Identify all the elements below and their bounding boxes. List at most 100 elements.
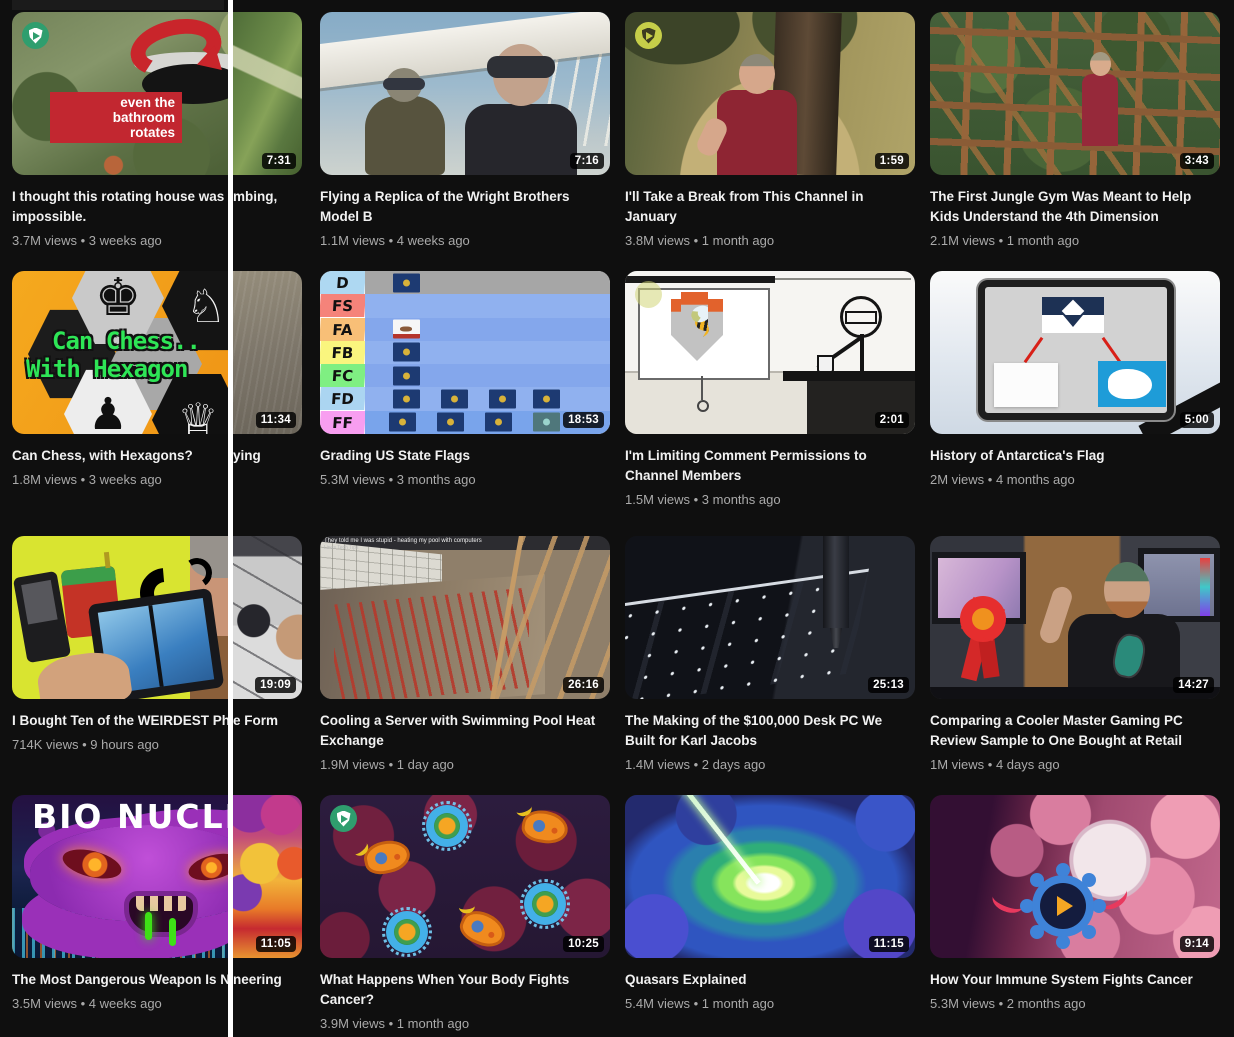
video-title[interactable]: I'm Limiting Comment Permissions to Chan… [625, 446, 915, 486]
video-title[interactable]: Comparing a Cooler Master Gaming PC Revi… [930, 711, 1220, 751]
clipped-title-fragment[interactable]: ying [233, 446, 308, 466]
video-thumbnail[interactable]: D FS FA FB FC [320, 271, 610, 434]
video-card[interactable]: I Bought Ten of the WEIRDEST Phon 714K v… [12, 536, 228, 754]
video-card[interactable]: 3:43 The First Jungle Gym Was Meant to H… [930, 12, 1220, 250]
video-card[interactable]: 1:59 I'll Take a Break from This Channel… [625, 12, 915, 250]
tier-label: FC [320, 364, 366, 387]
video-thumbnail[interactable]: ♚ ♘ ♟ ♕ Can Chess.. With Hexagon [12, 271, 228, 434]
video-meta: 3.7M views • 3 weeks ago [12, 232, 228, 250]
white-flag-graphic [994, 363, 1058, 407]
clipped-thumbnail[interactable]: 7:31 [233, 12, 302, 175]
clipped-video-card[interactable]: 19:09 [233, 536, 302, 699]
video-title[interactable]: The Most Dangerous Weapon Is Not [12, 970, 228, 990]
video-title[interactable]: History of Antarctica's Flag [930, 446, 1220, 466]
tier-list-graphic: D FS FA FB FC [320, 271, 610, 434]
video-thumbnail[interactable] [12, 536, 228, 699]
video-card[interactable]: ♚ ♘ ♟ ♕ Can Chess.. With Hexagon Can Che… [12, 271, 228, 489]
duration-badge: 18:53 [563, 412, 604, 428]
video-title[interactable]: Quasars Explained [625, 970, 915, 990]
video-thumbnail[interactable]: 9:14 [930, 795, 1220, 958]
state-flag-graphic [485, 413, 512, 432]
shield-play-icon [337, 811, 351, 827]
presenter-graphic [1082, 74, 1118, 146]
video-card[interactable]: 7:16 Flying a Replica of the Wright Brot… [320, 12, 610, 250]
light-beam-graphic [682, 795, 761, 885]
video-title[interactable]: Cooling a Server with Swimming Pool Heat… [320, 711, 610, 751]
video-thumbnail[interactable]: 25:13 [625, 536, 915, 699]
chess-pawn-icon: ♟ [88, 389, 127, 435]
duration-badge: 19:09 [255, 677, 296, 693]
video-meta: 5.4M views • 1 month ago [625, 995, 915, 1013]
video-card[interactable]: D FS FA FB FC [320, 271, 610, 489]
video-title[interactable]: The First Jungle Gym Was Meant to Help K… [930, 187, 1220, 227]
video-card[interactable]: They told me I was stupid - heating my p… [320, 536, 610, 774]
chess-king-icon: ♚ [95, 271, 142, 328]
video-title[interactable]: I Bought Ten of the WEIRDEST Phon [12, 711, 228, 731]
video-thumbnail[interactable]: 7:16 [320, 12, 610, 175]
clipped-title-fragment[interactable]: e Form [233, 711, 308, 731]
tier-row-body [365, 387, 610, 410]
video-card[interactable]: 25:13 The Making of the $100,000 Desk PC… [625, 536, 915, 774]
video-card[interactable]: 14:27 Comparing a Cooler Master Gaming P… [930, 536, 1220, 774]
clipped-title-fragment[interactable]: neering [233, 970, 308, 990]
video-thumbnail[interactable]: 2:01 [625, 271, 915, 434]
duration-badge: 10:25 [563, 936, 604, 952]
video-title[interactable]: Can Chess, with Hexagons? [12, 446, 228, 466]
clipped-video-card[interactable]: 7:31 [233, 12, 302, 175]
video-card[interactable]: 9:14 How Your Immune System Fights Cance… [930, 795, 1220, 1013]
video-title[interactable]: The Making of the $100,000 Desk PC We Bu… [625, 711, 915, 751]
duration-badge: 1:59 [875, 153, 909, 169]
video-thumbnail[interactable]: 5:00 [930, 271, 1220, 434]
video-card[interactable]: 2:01 I'm Limiting Comment Permissions to… [625, 271, 915, 509]
tier-row: FS [320, 294, 610, 317]
macrophage-play-graphic [1032, 875, 1094, 937]
clipped-thumbnail[interactable]: 11:34 [233, 271, 302, 434]
video-meta: 2M views • 4 months ago [930, 471, 1220, 489]
video-card[interactable]: BIO NUCLE The Most Dangerous Weapon Is N… [12, 795, 228, 1013]
video-thumbnail[interactable]: They told me I was stupid - heating my p… [320, 536, 610, 699]
state-flag-graphic [393, 320, 420, 339]
video-thumbnail[interactable]: 10:25 [320, 795, 610, 958]
video-thumbnail[interactable]: 14:27 [930, 536, 1220, 699]
video-thumbnail[interactable]: 11:15 [625, 795, 915, 958]
tier-label: FF [320, 411, 366, 434]
video-meta: 3.9M views • 1 month ago [320, 1015, 610, 1033]
video-title[interactable]: How Your Immune System Fights Cancer [930, 970, 1220, 990]
tier-row: FC [320, 364, 610, 387]
clipped-video-card[interactable]: 11:34 [233, 271, 302, 434]
video-thumbnail[interactable]: 3:43 [930, 12, 1220, 175]
duration-badge: 3:43 [1180, 153, 1214, 169]
state-flag-graphic [393, 366, 420, 385]
video-card[interactable]: even the bathroom rotates I thought this… [12, 12, 228, 250]
flag-diagram-top-graphic [1042, 297, 1104, 333]
tier-row: FD [320, 387, 610, 410]
clipped-video-card[interactable]: 11:05 [233, 795, 302, 958]
tier-row-body [365, 294, 610, 317]
clipped-thumbnail[interactable]: 19:09 [233, 536, 302, 699]
red-squiggle-graphic [1095, 881, 1131, 914]
title-line: I thought this rotating house was [12, 187, 228, 207]
video-meta: 5.3M views • 2 months ago [930, 995, 1220, 1013]
duration-badge: 7:16 [570, 153, 604, 169]
video-card[interactable]: 10:25 What Happens When Your Body Fights… [320, 795, 610, 1033]
video-grid-page: 7:16 Flying a Replica of the Wright Brot… [0, 0, 1234, 1037]
video-title[interactable]: I thought this rotating house was imposs… [12, 187, 228, 227]
duration-badge: 25:13 [868, 677, 909, 693]
video-title[interactable]: Grading US State Flags [320, 446, 610, 466]
video-title[interactable]: What Happens When Your Body Fights Cance… [320, 970, 610, 1010]
clipped-title-fragment[interactable]: mbing, [233, 187, 308, 207]
video-thumbnail[interactable]: BIO NUCLE [12, 795, 228, 958]
video-thumbnail[interactable]: even the bathroom rotates [12, 12, 228, 175]
duration-badge: 2:01 [875, 412, 909, 428]
channel-shield-play-icon [330, 805, 357, 832]
state-flag-graphic [533, 413, 560, 432]
video-title[interactable]: Flying a Replica of the Wright Brothers … [320, 187, 610, 227]
video-meta: 3.5M views • 4 weeks ago [12, 995, 228, 1013]
video-title[interactable]: I'll Take a Break from This Channel in J… [625, 187, 915, 227]
clipped-thumbnail[interactable]: 11:05 [233, 795, 302, 958]
tier-row: FB [320, 341, 610, 364]
video-card[interactable]: 11:15 Quasars Explained 5.4M views • 1 m… [625, 795, 915, 1013]
video-card[interactable]: 5:00 History of Antarctica's Flag 2M vie… [930, 271, 1220, 489]
video-thumbnail[interactable]: 1:59 [625, 12, 915, 175]
immune-cell-graphic [524, 883, 566, 925]
